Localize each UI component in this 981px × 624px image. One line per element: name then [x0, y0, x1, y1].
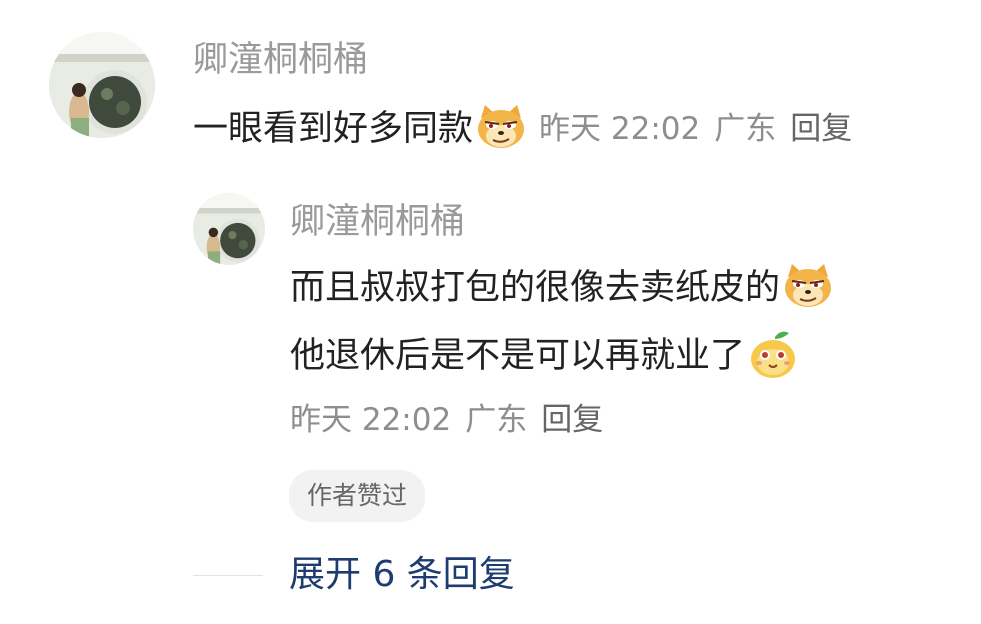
reply-location: 广东: [465, 402, 528, 438]
reply-time: 昨天 22:02: [290, 402, 452, 438]
comment-location: 广东: [714, 110, 777, 147]
comment-body: 一眼看到好多同款 昨天 22:02 广东 回复: [193, 104, 852, 154]
comment-time: 昨天 22:02: [539, 110, 701, 147]
author-liked-badge: 作者赞过: [289, 470, 426, 522]
avatar[interactable]: [49, 32, 155, 138]
expand-divider: [193, 575, 263, 576]
reply-avatar[interactable]: [193, 193, 265, 265]
comment-text: 一眼看到好多同款: [193, 108, 474, 149]
reply-line-1: 而且叔叔打包的很像去卖纸皮的: [290, 263, 834, 313]
doge-smirk-emoji: [782, 263, 834, 313]
reply-line-2: 他退休后是不是可以再就业了: [290, 329, 799, 383]
expand-replies-button[interactable]: 展开 6 条回复: [289, 557, 515, 593]
reply-reply-button[interactable]: 回复: [541, 405, 603, 436]
comment-reply-button[interactable]: 回复: [790, 113, 852, 145]
reply-text-line-2: 他退休后是不是可以再就业了: [290, 335, 746, 376]
reply-username[interactable]: 卿潼桐桐桶: [290, 205, 465, 240]
cute-fruit-face-emoji: [747, 329, 799, 383]
reply-text-line-1: 而且叔叔打包的很像去卖纸皮的: [290, 267, 781, 308]
doge-smirk-emoji: [475, 104, 527, 154]
reply-meta: 昨天 22:02 广东 回复: [290, 405, 603, 436]
comment-username[interactable]: 卿潼桐桐桶: [193, 43, 368, 78]
